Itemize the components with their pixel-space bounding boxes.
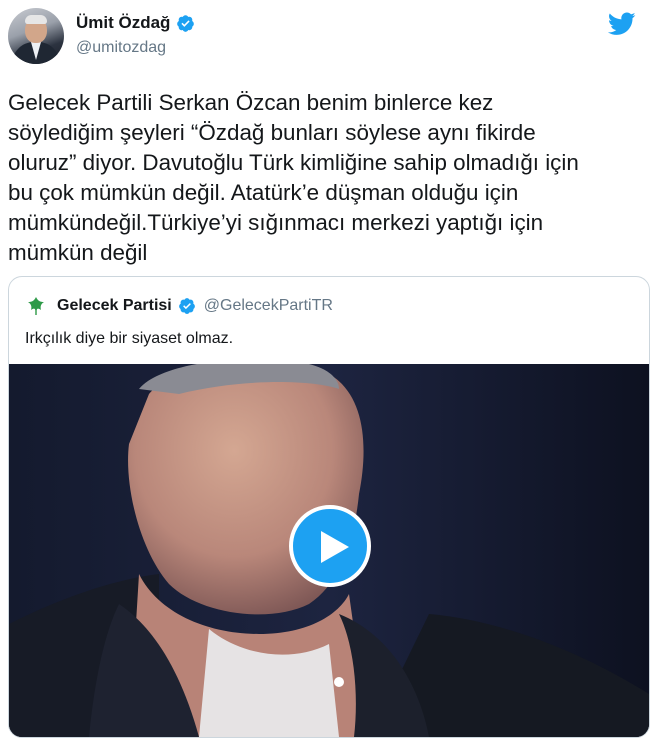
tweet-text: Gelecek Partili Serkan Özcan benim binle…	[8, 88, 644, 268]
tweet-line: mümkün değil	[8, 240, 148, 265]
play-icon	[321, 531, 349, 563]
author-block: Ümit Özdağ @umitozdag	[76, 13, 195, 57]
quoted-author-name[interactable]: Gelecek Partisi	[57, 297, 172, 315]
video-player[interactable]	[9, 364, 649, 737]
tweet-line: bu çok mümkün değil. Atatürk’e düşman ol…	[8, 180, 519, 205]
party-logo-icon[interactable]	[25, 295, 47, 317]
author-avatar[interactable]	[8, 8, 64, 64]
author-name[interactable]: Ümit Özdağ	[76, 13, 170, 33]
play-button[interactable]	[289, 505, 371, 587]
twitter-bird-icon[interactable]	[608, 12, 636, 36]
author-handle[interactable]: @umitozdag	[76, 39, 195, 57]
tweet-line: mümkündeğil.Türkiye’yi sığınmacı merkezi…	[8, 210, 544, 235]
quoted-tweet-card[interactable]: Gelecek Partisi @GelecekPartiTR Irkçılık…	[8, 276, 650, 738]
tweet-line: oluruz” diyor. Davutoğlu Türk kimliğine …	[8, 150, 579, 175]
verified-icon	[177, 14, 195, 32]
tweet-line: Gelecek Partili Serkan Özcan benim binle…	[8, 90, 494, 115]
quoted-verified-icon	[178, 298, 195, 314]
quoted-author-row: Gelecek Partisi @GelecekPartiTR	[25, 295, 333, 317]
tweet-line: söylediğim şeyleri “Özdağ bunları söyles…	[8, 120, 536, 145]
quoted-tweet-text: Irkçılık diye bir siyaset olmaz.	[25, 330, 234, 347]
quoted-author-handle[interactable]: @GelecekPartiTR	[204, 297, 333, 315]
